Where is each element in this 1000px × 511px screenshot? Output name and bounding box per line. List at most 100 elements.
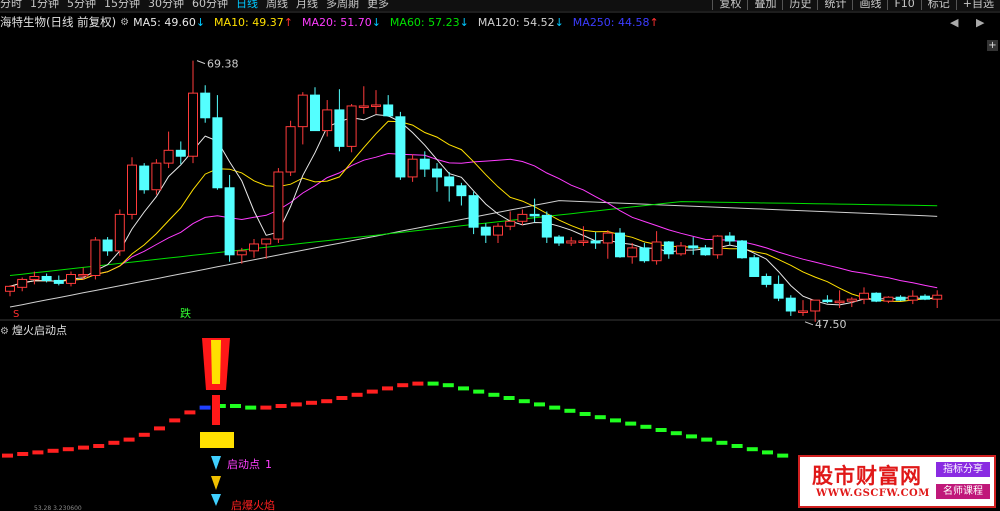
candle-body [761,275,772,285]
candle-body [651,241,662,262]
candle-body [920,295,930,300]
candle-body [822,299,833,303]
candle-body [590,240,601,244]
candle-body [846,298,857,302]
indicator-step [321,399,333,404]
candle-body [224,187,235,256]
indicator-step [564,408,576,413]
candle-body [627,247,638,258]
candle-body [639,247,650,262]
indicator-step [2,453,13,458]
candle-body [200,92,211,119]
kline-chart[interactable]: 69.38 47.50 S 跌启动点 1 启爆火焰 53.28 3.230600 [0,0,1000,511]
candle-body [834,300,845,304]
indicator-step [777,453,789,458]
high-marker [196,60,206,65]
indicator-step [351,392,363,397]
candle-body [615,232,625,258]
indicator-step [290,402,302,407]
candle-body [663,241,674,255]
candle-body [395,116,406,178]
candle-body [529,213,540,217]
candle-body [810,299,821,312]
candle-body [102,239,113,252]
candle-body [688,245,699,249]
candle-body [334,109,345,147]
watermark-url: WWW.GSCFW.COM [816,488,930,499]
indicator-step [336,396,348,400]
candle-body [261,238,272,245]
indicator-title: 煌火启动点 [11,324,67,337]
candle-body [273,171,284,240]
candle-body [66,274,76,284]
candle-body [444,176,455,187]
indicator-step [534,402,545,407]
indicator-step [762,450,773,455]
indicator-step [701,437,713,442]
indicator-step [275,404,287,408]
start-point-bracket: 1 [265,458,272,471]
indicator-step [427,381,439,386]
candle-body [29,275,40,280]
watermark-tag-course[interactable]: 名师课程 [936,484,990,499]
watermark-brand: 股市财富网 [812,463,922,488]
indicator-step [686,434,697,439]
indicator-step [123,437,135,442]
indicator-step [473,389,485,394]
indicator-step [579,412,591,416]
indicator-step [655,428,667,432]
low-price-label: 47.50 [815,318,847,331]
indicator-step [154,426,165,431]
indicator-bottom-value: 53.28 3.230600 [34,505,82,511]
indicator-step [488,392,500,397]
indicator-step [47,448,59,453]
indicator-step [397,383,409,388]
candle-body [41,275,52,281]
candle-body [785,297,796,312]
flame-box [200,432,234,448]
candle-body [419,158,430,170]
candle-body [310,94,320,132]
candle-body [175,149,186,157]
indicator-step [32,450,44,455]
candle-body [505,220,516,227]
watermark-tag-share[interactable]: 指标分享 [936,462,990,477]
candle-body [883,296,894,302]
indicator-step [518,399,530,404]
candle-body [493,225,503,236]
candle-body [468,195,479,228]
candle-body [859,292,869,300]
signal-arrow-2 [211,476,221,490]
indicator-step [731,444,743,448]
candle-body [127,164,137,215]
flame-core [211,340,221,384]
indicator-step [306,400,317,405]
candle-body [773,283,784,299]
candle-body [566,240,577,244]
candle-body [17,278,28,288]
indicator-step [412,381,424,386]
candle-body [285,126,296,173]
indicator-settings-icon[interactable]: ⚙ [0,326,9,337]
indicator-step [93,444,105,448]
candle-body [456,185,467,197]
indicator-step [260,405,272,410]
flame-stem [212,395,220,425]
candle-body [371,104,381,107]
indicator-step [746,447,758,452]
sell-signal-mark: 跌 [180,306,191,320]
high-price-label: 69.38 [207,58,239,71]
candle-body [712,235,723,256]
candle-body [346,105,357,147]
indicator-step [503,396,515,400]
candle-body [871,292,882,302]
candle-body [932,294,943,300]
indicator-step [184,410,196,415]
buy-signal-mark: S [13,309,19,320]
indicator-step [610,418,621,423]
indicator-step [17,452,29,456]
indicator-step [716,440,728,445]
indicator-title-bar: ⚙ 煌火启动点 [0,322,67,338]
candle-body [78,274,89,277]
signal-arrow-3 [211,494,221,506]
